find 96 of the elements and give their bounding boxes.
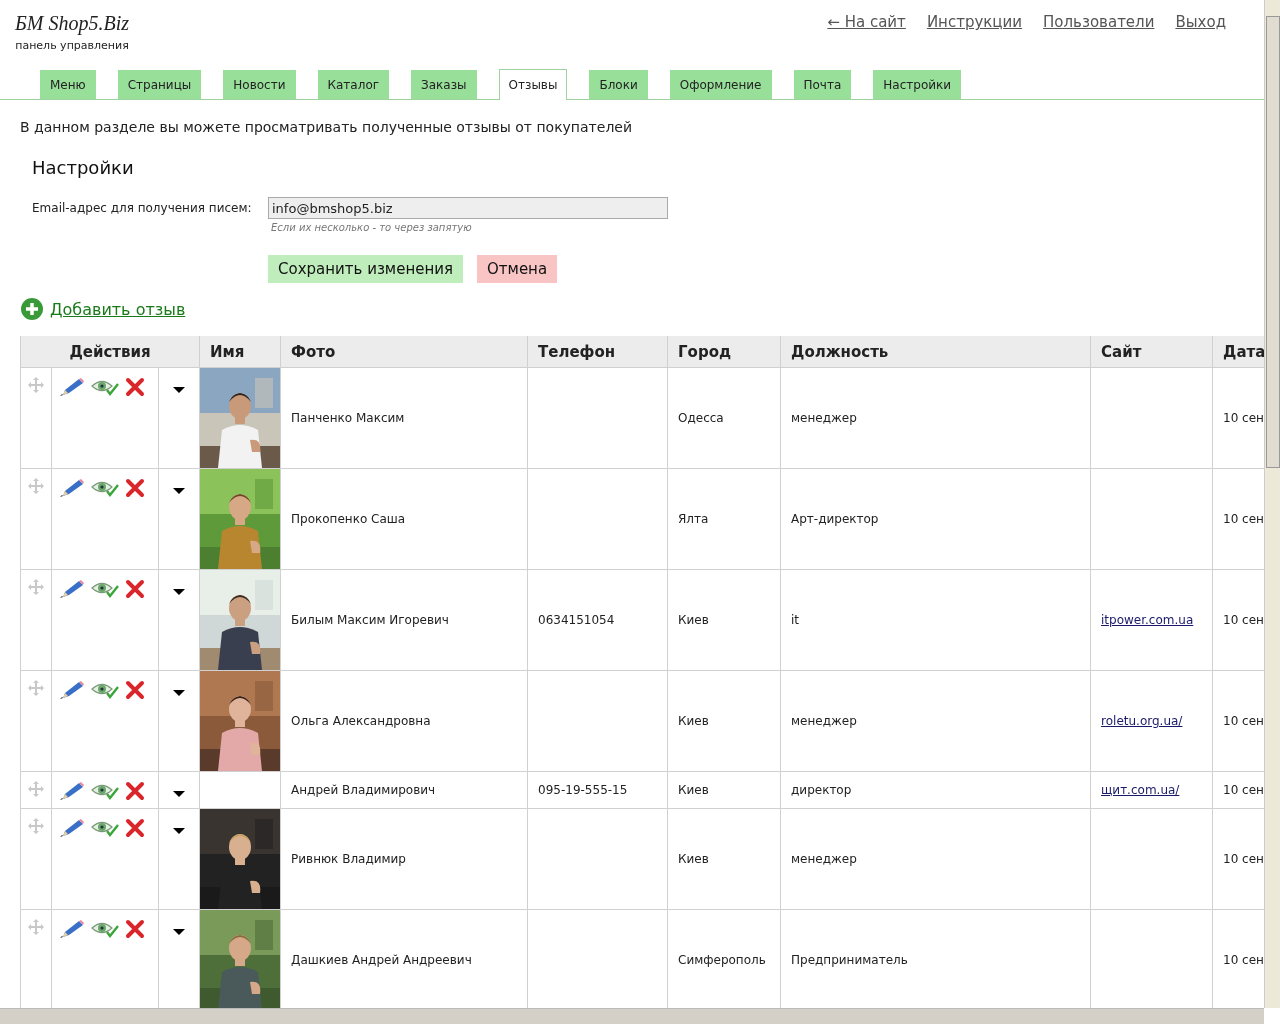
delete-icon[interactable]: [125, 680, 145, 700]
tab[interactable]: Почта: [793, 70, 852, 99]
nav-link[interactable]: Пользователи: [1043, 13, 1155, 70]
tab[interactable]: Заказы: [411, 70, 477, 99]
brand-title: БМ Shop5.Biz: [15, 12, 129, 35]
delete-icon[interactable]: [125, 818, 145, 838]
delete-icon[interactable]: [125, 919, 145, 939]
city-cell: Ялта: [678, 512, 709, 526]
tab[interactable]: Оформление: [669, 70, 772, 99]
position-cell: Арт-директор: [791, 512, 879, 526]
column-header: Дата: [1212, 336, 1264, 368]
pencil-icon[interactable]: [59, 579, 85, 599]
eye-check-icon[interactable]: [91, 580, 119, 598]
email-label: Email-адрес для получения писем:: [32, 201, 253, 215]
date-cell: 10 сен: [1223, 953, 1264, 967]
date-cell: 10 сен: [1223, 852, 1264, 866]
add-review-link[interactable]: Добавить отзыв: [50, 299, 186, 319]
pencil-icon[interactable]: [59, 818, 85, 838]
nav-link[interactable]: Инструкции: [926, 13, 1023, 70]
caret-icon[interactable]: [173, 928, 185, 936]
name-cell: Ривнюк Владимир: [291, 852, 406, 866]
city-cell: Симферополь: [678, 953, 766, 967]
position-cell: менеджер: [791, 852, 857, 866]
site-link[interactable]: roletu.org.ua/: [1101, 714, 1183, 728]
tab[interactable]: Страницы: [117, 70, 202, 99]
name-cell: Панченко Максим: [291, 411, 405, 425]
eye-check-icon[interactable]: [91, 681, 119, 699]
site-link[interactable]: itpower.com.ua: [1101, 613, 1194, 627]
position-cell: менеджер: [791, 411, 857, 425]
date-cell: 10 сен: [1223, 411, 1264, 425]
brand-subtitle: панель управления: [15, 39, 129, 52]
column-header: Телефон: [527, 336, 668, 368]
pencil-icon[interactable]: [59, 919, 85, 939]
field-hint: Если их несколько - то через запятую: [271, 222, 473, 233]
name-cell: Ольга Александровна: [291, 714, 431, 728]
city-cell: Киев: [678, 613, 709, 627]
section-heading: Настройки: [32, 157, 135, 178]
position-cell: менеджер: [791, 714, 857, 728]
phone-cell: 095-19-555-15: [538, 783, 628, 797]
pencil-icon[interactable]: [59, 680, 85, 700]
column-header: Должность: [780, 336, 1091, 368]
eye-check-icon[interactable]: [91, 782, 119, 800]
city-cell: Киев: [678, 852, 709, 866]
caret-icon[interactable]: [173, 386, 185, 394]
city-cell: Киев: [678, 714, 709, 728]
eye-check-icon[interactable]: [91, 819, 119, 837]
nav-link[interactable]: Выход: [1175, 13, 1226, 70]
add-icon[interactable]: [20, 297, 44, 321]
tab[interactable]: Каталог: [317, 70, 390, 99]
tab[interactable]: Меню: [40, 70, 96, 99]
column-header: Город: [667, 336, 781, 368]
column-header: Фото: [280, 336, 528, 368]
date-cell: 10 сен: [1223, 783, 1264, 797]
scroll-thumb[interactable]: [1266, 16, 1280, 468]
city-cell: Киев: [678, 783, 709, 797]
column-header: Имя: [199, 336, 281, 368]
delete-icon[interactable]: [125, 478, 145, 498]
save-button[interactable]: Сохранить изменения: [268, 255, 464, 283]
tab[interactable]: Блоки: [589, 70, 648, 99]
caret-icon[interactable]: [173, 487, 185, 495]
email-field[interactable]: info@bmshop5.biz: [268, 197, 668, 219]
caret-icon[interactable]: [173, 588, 185, 596]
eye-check-icon[interactable]: [91, 920, 119, 938]
eye-check-icon[interactable]: [91, 479, 119, 497]
date-cell: 10 сен: [1223, 512, 1264, 526]
tab[interactable]: Отзывы: [498, 69, 568, 100]
name-cell: Билым Максим Игоревич: [291, 613, 449, 627]
vertical-scrollbar[interactable]: [1264, 0, 1280, 1008]
pencil-icon[interactable]: [59, 377, 85, 397]
pencil-icon[interactable]: [59, 781, 85, 801]
pencil-icon[interactable]: [59, 478, 85, 498]
intro-text: В данном разделе вы можете просматривать полученные отзывы от покупателей: [20, 119, 634, 135]
name-cell: Прокопенко Саша: [291, 512, 406, 526]
column-header: Действия: [20, 336, 200, 368]
column-header: Сайт: [1090, 336, 1213, 368]
date-cell: 10 сен: [1223, 714, 1264, 728]
nav-link[interactable]: ← На сайт: [827, 13, 906, 70]
position-cell: директор: [791, 783, 852, 797]
tab[interactable]: Настройки: [873, 70, 962, 99]
eye-check-icon[interactable]: [91, 378, 119, 396]
caret-icon[interactable]: [173, 689, 185, 697]
caret-icon[interactable]: [173, 790, 185, 798]
name-cell: Дашкиев Андрей Андреевич: [291, 953, 472, 967]
city-cell: Одесса: [678, 411, 724, 425]
tab[interactable]: Новости: [223, 70, 296, 99]
delete-icon[interactable]: [125, 781, 145, 801]
caret-icon[interactable]: [173, 827, 185, 835]
name-cell: Андрей Владимирович: [291, 783, 436, 797]
position-cell: it: [791, 613, 800, 627]
delete-icon[interactable]: [125, 377, 145, 397]
delete-icon[interactable]: [125, 579, 145, 599]
date-cell: 10 сен: [1223, 613, 1264, 627]
cancel-button[interactable]: Отмена: [477, 255, 558, 283]
position-cell: Предприниматель: [791, 953, 908, 967]
horizontal-scrollbar[interactable]: [0, 1008, 1264, 1024]
phone-cell: 0634151054: [538, 613, 615, 627]
